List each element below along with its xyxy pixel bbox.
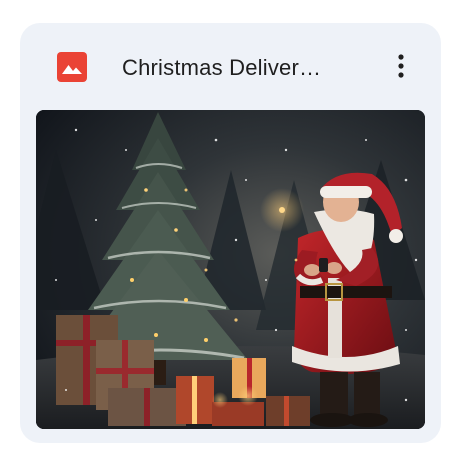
image-thumbnail[interactable] — [36, 110, 425, 429]
file-card[interactable]: Christmas Deliver… — [20, 23, 441, 443]
file-title[interactable]: Christmas Deliver… — [122, 52, 368, 84]
more-options-button[interactable] — [384, 49, 418, 83]
file-card-header: Christmas Deliver… — [20, 23, 441, 111]
image-icon — [57, 52, 87, 82]
